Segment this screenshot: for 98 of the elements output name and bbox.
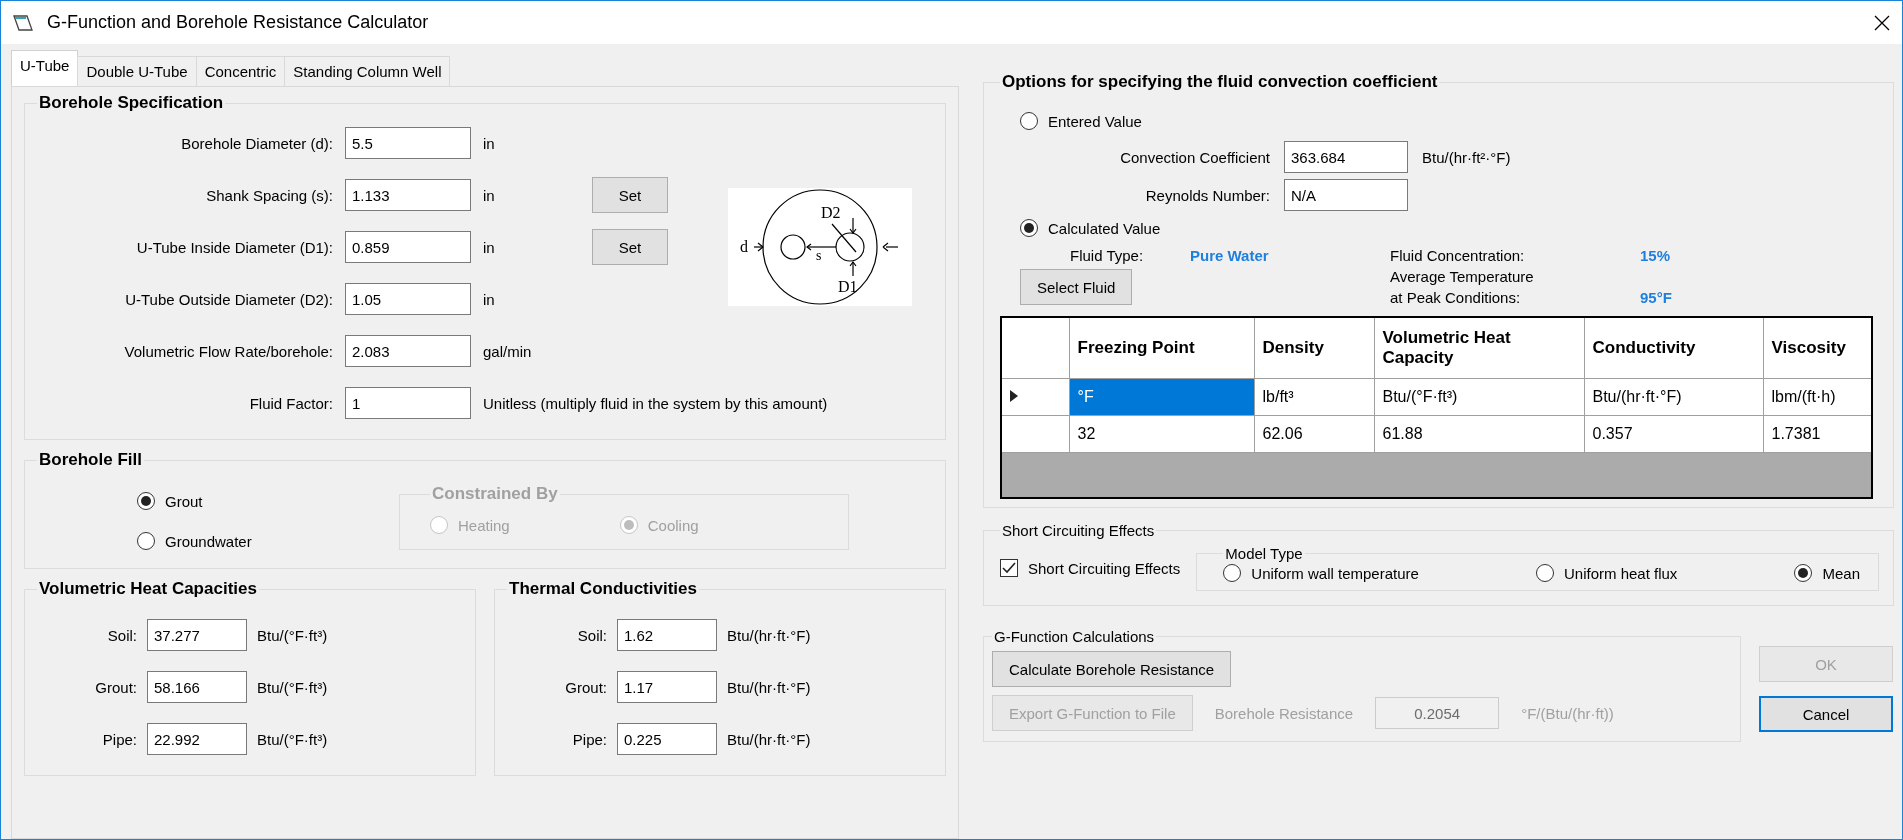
group-title: Options for specifying the fluid convection coefficient xyxy=(1001,72,1439,92)
tab[interactable]: Double U-Tube xyxy=(77,56,197,86)
text-field[interactable]: N/A xyxy=(1284,179,1408,211)
table-cell[interactable]: °F xyxy=(1069,378,1254,416)
column-header: Conductivity xyxy=(1584,317,1763,379)
radio-button[interactable]: Groundwater xyxy=(137,532,399,550)
field-label: Fluid Type: xyxy=(1070,247,1145,264)
unit-label: Btu/(°F·ft³) xyxy=(257,678,329,696)
fluid-type-value: Pure Water xyxy=(1190,247,1270,264)
unit-label: °F/(Btu/(hr·ft)) xyxy=(1521,704,1614,722)
table-cell[interactable]: 62.06 xyxy=(1254,415,1374,453)
unit-label: in xyxy=(483,186,496,204)
unit-label: Btu/(hr·ft²·°F) xyxy=(1422,148,1512,166)
field-label: Soil: xyxy=(106,626,137,644)
unit-label: Btu/(hr·ft·°F) xyxy=(727,626,812,644)
text-field[interactable]: 58.166 xyxy=(147,671,247,703)
checkbox[interactable]: Short Circuiting Effects xyxy=(1000,559,1181,577)
text-field[interactable]: 1.133 xyxy=(345,179,471,211)
row-pointer-icon xyxy=(1010,390,1018,402)
radio-button[interactable]: Uniform heat flux xyxy=(1535,564,1678,582)
group-title: Model Type xyxy=(1224,545,1304,562)
field-label: Reynolds Number: xyxy=(1144,186,1270,204)
diagram-label: d xyxy=(740,238,748,255)
field-label: Soil: xyxy=(576,626,607,644)
row-header-cell[interactable] xyxy=(1001,415,1069,453)
group-title: Borehole Fill xyxy=(38,450,143,470)
text-field[interactable]: 5.5 xyxy=(345,127,471,159)
window-title: G-Function and Borehole Resistance Calculator xyxy=(47,12,430,33)
set-button[interactable]: Set xyxy=(592,229,668,265)
field-label: Borehole Resistance xyxy=(1214,704,1354,722)
field-label: Grout: xyxy=(94,678,137,696)
radio-button[interactable]: Calculated Value xyxy=(1020,219,1161,237)
push-button[interactable]: Cancel xyxy=(1759,696,1893,732)
field-label: Pipe: xyxy=(101,730,137,748)
tab[interactable]: U-Tube xyxy=(11,50,79,86)
app-icon xyxy=(13,13,33,32)
field-label: U-Tube Outside Diameter (D2): xyxy=(124,290,333,308)
field-label: Pipe: xyxy=(571,730,607,748)
group-title: Short Circuiting Effects xyxy=(1001,522,1156,539)
diagram-label: D2 xyxy=(821,204,841,221)
field-label: U-Tube Inside Diameter (D1): xyxy=(135,238,333,256)
unit-label: gal/min xyxy=(483,342,533,360)
group-title: Volumetric Heat Capacities xyxy=(38,579,258,599)
table-cell[interactable]: lb/ft³ xyxy=(1254,378,1374,416)
group-title: Thermal Conductivities xyxy=(508,579,698,599)
radio-button[interactable]: Uniform wall temperature xyxy=(1223,564,1419,582)
field-label: Fluid Concentration: xyxy=(1390,247,1526,264)
text-field[interactable]: 1.05 xyxy=(345,283,471,315)
field-label: Average Temperature xyxy=(1390,268,1535,285)
radio-button[interactable]: Entered Value xyxy=(1020,112,1142,130)
unit-label: in xyxy=(483,238,496,256)
temperature-value: 95°F xyxy=(1640,289,1673,306)
row-header-cell[interactable] xyxy=(1001,378,1069,416)
column-header: Volumetric Heat Capacity xyxy=(1374,317,1584,379)
group-title: Constrained By xyxy=(431,484,559,504)
text-field[interactable]: 22.992 xyxy=(147,723,247,755)
text-field[interactable]: 363.684 xyxy=(1284,141,1408,173)
unit-label: in xyxy=(483,134,496,152)
field-label: Grout: xyxy=(564,678,607,696)
concentration-value: 15% xyxy=(1640,247,1672,264)
unit-label: in xyxy=(483,290,496,308)
table-cell[interactable]: 0.357 xyxy=(1584,415,1763,453)
field-label: at Peak Conditions: xyxy=(1390,289,1522,306)
field-label: Borehole Diameter (d): xyxy=(180,134,333,152)
close-icon[interactable] xyxy=(1874,14,1890,31)
tab[interactable]: Standing Column Well xyxy=(284,56,451,86)
check-icon xyxy=(1002,562,1016,574)
column-header: Freezing Point xyxy=(1069,317,1254,379)
column-header: Density xyxy=(1254,317,1374,379)
unit-label: Unitless (multiply fluid in the system by this amount) xyxy=(483,394,829,412)
diagram-label: D1 xyxy=(838,278,858,295)
table-cell[interactable]: Btu/(hr·ft·°F) xyxy=(1584,378,1763,416)
table-cell[interactable]: 32 xyxy=(1069,415,1254,453)
group-title: G-Function Calculations xyxy=(993,628,1156,645)
unit-label: Btu/(°F·ft³) xyxy=(257,730,329,748)
select-fluid-button[interactable]: Select Fluid xyxy=(1020,269,1133,305)
diagram-label: s xyxy=(816,248,822,263)
field-label: Volumetric Flow Rate/borehole: xyxy=(123,342,333,360)
group-title: Borehole Specification xyxy=(38,93,225,113)
unit-label: Btu/(°F·ft³) xyxy=(257,626,329,644)
text-field[interactable]: 0.859 xyxy=(345,231,471,263)
field-label: Shank Spacing (s): xyxy=(205,186,333,204)
radio-button[interactable]: Grout xyxy=(137,492,399,510)
text-field[interactable]: 2.083 xyxy=(345,335,471,367)
text-field[interactable]: 1.62 xyxy=(617,619,717,651)
field-label: Convection Coefficient xyxy=(1119,148,1270,166)
text-field[interactable]: 1.17 xyxy=(617,671,717,703)
table-cell[interactable]: Btu/(°F·ft³) xyxy=(1374,378,1584,416)
push-button[interactable]: Calculate Borehole Resistance xyxy=(992,651,1232,687)
text-field[interactable]: 1 xyxy=(345,387,471,419)
unit-label: Btu/(hr·ft·°F) xyxy=(727,678,812,696)
radio-button[interactable]: Mean xyxy=(1794,564,1860,582)
text-field[interactable]: 37.277 xyxy=(147,619,247,651)
set-button[interactable]: Set xyxy=(592,177,668,213)
unit-label: Btu/(hr·ft·°F) xyxy=(727,730,812,748)
field-label: Fluid Factor: xyxy=(248,394,333,412)
table-cell[interactable]: 61.88 xyxy=(1374,415,1584,453)
text-field[interactable]: 0.225 xyxy=(617,723,717,755)
